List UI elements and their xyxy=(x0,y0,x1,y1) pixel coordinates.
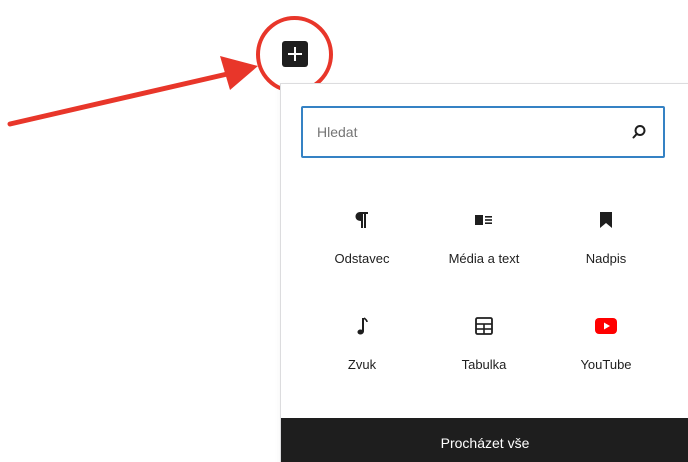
block-label: Odstavec xyxy=(334,251,390,266)
table-icon xyxy=(472,314,496,338)
audio-icon xyxy=(350,314,374,338)
bookmark-heading-icon xyxy=(594,208,618,232)
block-inserter-panel: Odstavec Média a text xyxy=(280,83,688,462)
search-input[interactable] xyxy=(317,108,617,156)
search-box[interactable] xyxy=(301,106,665,158)
block-label: YouTube xyxy=(580,357,632,372)
block-item-heading[interactable]: Nadpis xyxy=(545,192,667,282)
block-item-paragraph[interactable]: Odstavec xyxy=(301,192,423,282)
block-label: Zvuk xyxy=(347,357,377,372)
youtube-icon xyxy=(594,314,618,338)
block-item-media-text[interactable]: Média a text xyxy=(423,192,545,282)
block-item-table[interactable]: Tabulka xyxy=(423,298,545,388)
block-label: Tabulka xyxy=(461,357,507,372)
block-label: Nadpis xyxy=(585,251,627,266)
block-item-audio[interactable]: Zvuk xyxy=(301,298,423,388)
paragraph-icon xyxy=(350,208,374,232)
block-label: Média a text xyxy=(448,251,520,266)
media-text-icon xyxy=(472,208,496,232)
editor-canvas: Odstavec Média a text xyxy=(0,0,688,462)
block-item-youtube[interactable]: YouTube xyxy=(545,298,667,388)
search-icon[interactable] xyxy=(629,122,649,142)
add-block-button[interactable] xyxy=(282,41,308,67)
plus-icon xyxy=(288,47,302,61)
browse-all-button[interactable]: Procházet vše xyxy=(281,418,688,462)
